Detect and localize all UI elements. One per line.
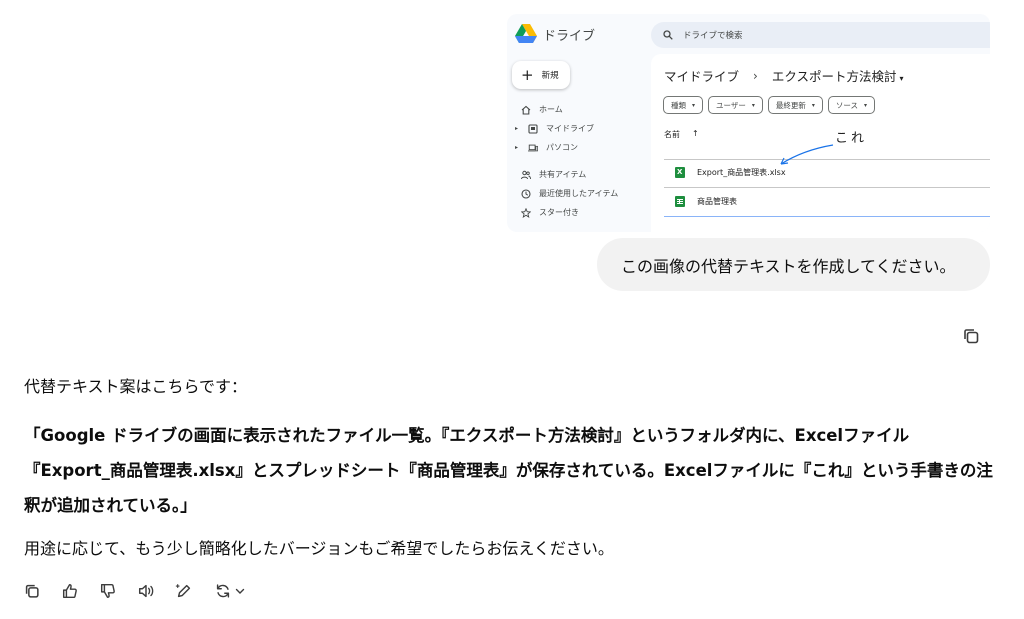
file-row-sheets: 商品管理表 <box>675 196 737 207</box>
thumbs-up-icon <box>62 583 77 599</box>
regenerate-button[interactable] <box>212 581 246 601</box>
breadcrumb-separator: › <box>753 68 758 83</box>
filter-chips: 種類 ▾ ユーザー ▾ 最終更新 ▾ ソース ▾ <box>663 96 876 114</box>
drive-nav: ホーム ▸ マイドライブ ▸ パソコン 共有アイテム 最近使用したアイテム スタ… <box>513 100 649 222</box>
thumbs-down-button[interactable] <box>98 581 118 601</box>
file-row-excel: Export_商品管理表.xlsx <box>675 167 786 178</box>
column-name: 名前 <box>664 130 680 139</box>
chevron-down-icon: ▾ <box>751 101 755 109</box>
my-drive-icon <box>528 123 538 134</box>
drive-search-bar: ドライブで検索 <box>651 22 990 48</box>
drive-nav-recent: 最近使用したアイテム <box>513 184 649 203</box>
drive-nav-recent-label: 最近使用したアイテム <box>539 189 619 198</box>
drive-nav-home: ホーム <box>513 100 649 119</box>
row-divider <box>664 187 990 188</box>
message-actions <box>22 581 246 601</box>
thumbs-up-button[interactable] <box>60 581 80 601</box>
attached-image[interactable]: ドライブ ドライブで検索 + 新規 ホーム ▸ マイドライブ ▸ パソコン 共有… <box>507 14 990 232</box>
google-drive-icon <box>515 24 537 43</box>
drive-nav-shared-label: 共有アイテム <box>539 170 587 179</box>
read-aloud-button[interactable] <box>136 581 156 601</box>
copy-button[interactable] <box>22 581 42 601</box>
shared-people-icon <box>521 170 531 179</box>
search-icon <box>663 30 673 40</box>
user-message-text: この画像の代替テキストを作成してください。 <box>621 256 956 276</box>
file-name: 商品管理表 <box>697 197 737 206</box>
filter-chip-type: 種類 ▾ <box>663 96 704 114</box>
chevron-down-icon <box>235 588 244 594</box>
drive-nav-computers-label: パソコン <box>546 143 578 152</box>
pencil-sparkle-icon <box>175 584 191 598</box>
drive-logo-text: ドライブ <box>543 28 596 44</box>
drive-nav-starred-label: スター付き <box>539 208 579 217</box>
chevron-down-icon: ▾ <box>864 101 868 109</box>
breadcrumb: マイドライブ › エクスポート方法検討 ▾ <box>664 66 903 85</box>
file-name: Export_商品管理表.xlsx <box>697 168 786 177</box>
copy-icon <box>964 329 979 344</box>
file-list-header: 名前 ↑ <box>664 129 699 140</box>
edit-in-canvas-button[interactable] <box>174 581 194 601</box>
annotation-arrow-icon <box>780 144 834 165</box>
drive-nav-computers: ▸ パソコン <box>513 138 649 157</box>
thumbs-down-icon <box>100 583 115 599</box>
filter-chip-source: ソース ▾ <box>827 96 876 114</box>
caret-right-icon: ▸ <box>515 125 519 132</box>
assistant-alt-text-quote: 「Google ドライブの画面に表示されたファイル一覧。『エクスポート方法検討』… <box>24 426 993 515</box>
chevron-down-icon: ▾ <box>811 101 815 109</box>
sheets-file-icon <box>675 196 685 207</box>
row-divider <box>664 216 990 217</box>
filter-chip-user: ユーザー ▾ <box>708 96 763 114</box>
drive-new-button: + 新規 <box>512 61 570 89</box>
home-icon <box>521 105 531 115</box>
star-icon <box>521 207 531 218</box>
refresh-icon <box>216 584 229 598</box>
assistant-outro-text: 用途に応じて、もう少し簡略化したバージョンもご希望でしたらお伝えください。 <box>24 539 614 558</box>
copy-icon <box>25 584 39 598</box>
excel-file-icon <box>675 167 685 178</box>
drive-nav-shared: 共有アイテム <box>513 165 649 184</box>
assistant-intro-text: 代替テキスト案はこちらです： <box>24 377 248 396</box>
drive-nav-mydrive-label: マイドライブ <box>546 124 594 133</box>
handwritten-annotation: これ <box>835 131 868 146</box>
dropdown-arrow-icon: ▾ <box>899 74 904 83</box>
drive-nav-home-label: ホーム <box>539 105 563 114</box>
user-message-bubble: この画像の代替テキストを作成してください。 <box>597 238 990 291</box>
breadcrumb-folder: エクスポート方法検討 ▾ <box>771 69 904 84</box>
drive-nav-mydrive: ▸ マイドライブ <box>513 119 649 138</box>
drive-logo: ドライブ <box>515 24 595 44</box>
speaker-icon <box>138 584 154 598</box>
filter-chip-modified: 最終更新 ▾ <box>767 96 823 114</box>
drive-search-placeholder: ドライブで検索 <box>683 31 743 41</box>
computer-icon <box>528 144 538 151</box>
drive-nav-starred: スター付き <box>513 203 649 222</box>
drive-new-label: 新規 <box>541 71 559 81</box>
copy-user-message-button[interactable] <box>961 326 981 346</box>
breadcrumb-root: マイドライブ <box>664 69 740 84</box>
clock-icon <box>521 188 531 199</box>
chevron-down-icon: ▾ <box>692 101 696 109</box>
sort-arrow-icon: ↑ <box>692 129 699 138</box>
caret-right-icon: ▸ <box>515 144 519 151</box>
plus-icon: + <box>521 65 534 84</box>
